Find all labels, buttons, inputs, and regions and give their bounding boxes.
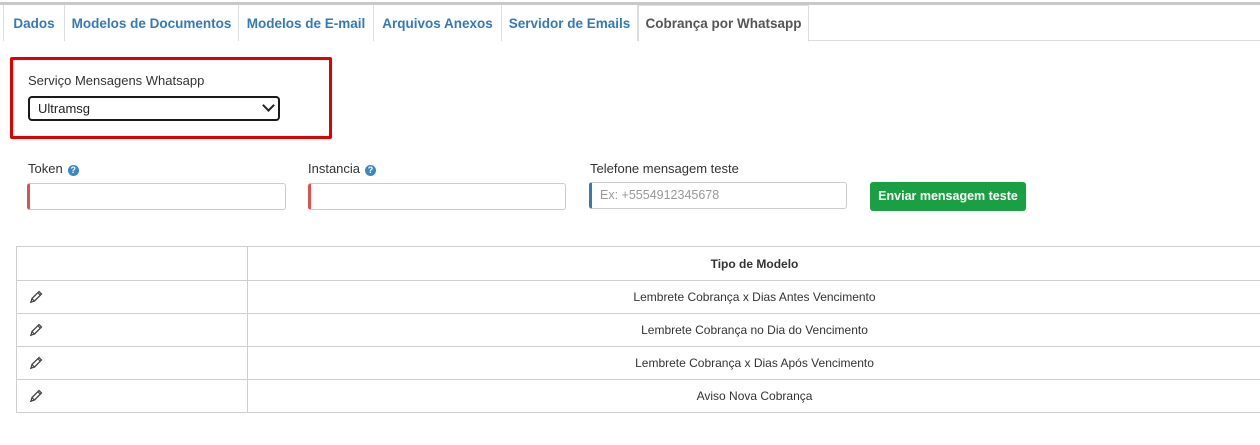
help-icon[interactable]: ?	[67, 165, 79, 176]
pencil-icon[interactable]	[28, 322, 44, 338]
action-cell	[17, 281, 248, 313]
action-cell	[17, 314, 248, 346]
pencil-icon[interactable]	[28, 388, 44, 404]
tab-arquivos-anexos[interactable]: Arquivos Anexos	[374, 5, 502, 41]
table-row: Aviso Nova Cobrança	[17, 380, 1260, 413]
token-input[interactable]	[27, 183, 286, 210]
instancia-label-text: Instancia	[308, 161, 361, 176]
token-label-text: Token	[28, 161, 63, 176]
models-table: Tipo de Modelo Lembrete Cobrança x Dias …	[16, 246, 1260, 413]
telefone-label: Telefone mensagem teste	[590, 161, 739, 176]
row-model-name: Aviso Nova Cobrança	[696, 389, 813, 403]
table-row: Lembrete Cobrança x Dias Após Vencimento	[17, 347, 1260, 380]
row-model-name: Lembrete Cobrança x Dias Antes Venciment…	[633, 290, 876, 304]
telefone-input[interactable]: Ex: +5554912345678	[589, 182, 847, 209]
row-model-name: Lembrete Cobrança x Dias Após Vencimento	[635, 356, 874, 370]
help-icon[interactable]: ?	[365, 165, 377, 176]
service-selected-value: Ultramsg	[38, 101, 91, 116]
pencil-icon[interactable]	[28, 355, 44, 371]
instancia-input[interactable]	[308, 183, 566, 210]
action-cell	[17, 380, 248, 412]
chevron-down-icon	[262, 99, 275, 112]
tab-dados[interactable]: Dados	[3, 5, 65, 41]
pencil-icon[interactable]	[28, 289, 44, 305]
table-row: Lembrete Cobrança x Dias Antes Venciment…	[17, 281, 1260, 314]
table-header-row: Tipo de Modelo	[17, 247, 1260, 281]
action-header-cell	[17, 247, 248, 280]
row-model-name: Lembrete Cobrança no Dia do Vencimento	[641, 323, 868, 337]
tab-servidor-emails[interactable]: Servidor de Emails	[502, 5, 638, 41]
table-row: Lembrete Cobrança no Dia do Vencimento	[17, 314, 1260, 347]
tipo-modelo-header: Tipo de Modelo	[710, 256, 799, 271]
service-label: Serviço Mensagens Whatsapp	[28, 73, 205, 88]
tab-bar: Dados Modelos de Documentos Modelos de E…	[3, 5, 1260, 42]
service-select[interactable]: Ultramsg	[28, 96, 280, 121]
tab-cobranca-whatsapp[interactable]: Cobrança por Whatsapp	[638, 5, 809, 42]
tab-modelos-documentos[interactable]: Modelos de Documentos	[65, 5, 239, 41]
action-cell	[17, 347, 248, 379]
instancia-label: Instancia?	[308, 161, 377, 176]
send-test-message-button[interactable]: Enviar mensagem teste	[870, 182, 1026, 211]
token-label: Token?	[28, 161, 79, 176]
tab-modelos-email[interactable]: Modelos de E-mail	[239, 5, 374, 41]
